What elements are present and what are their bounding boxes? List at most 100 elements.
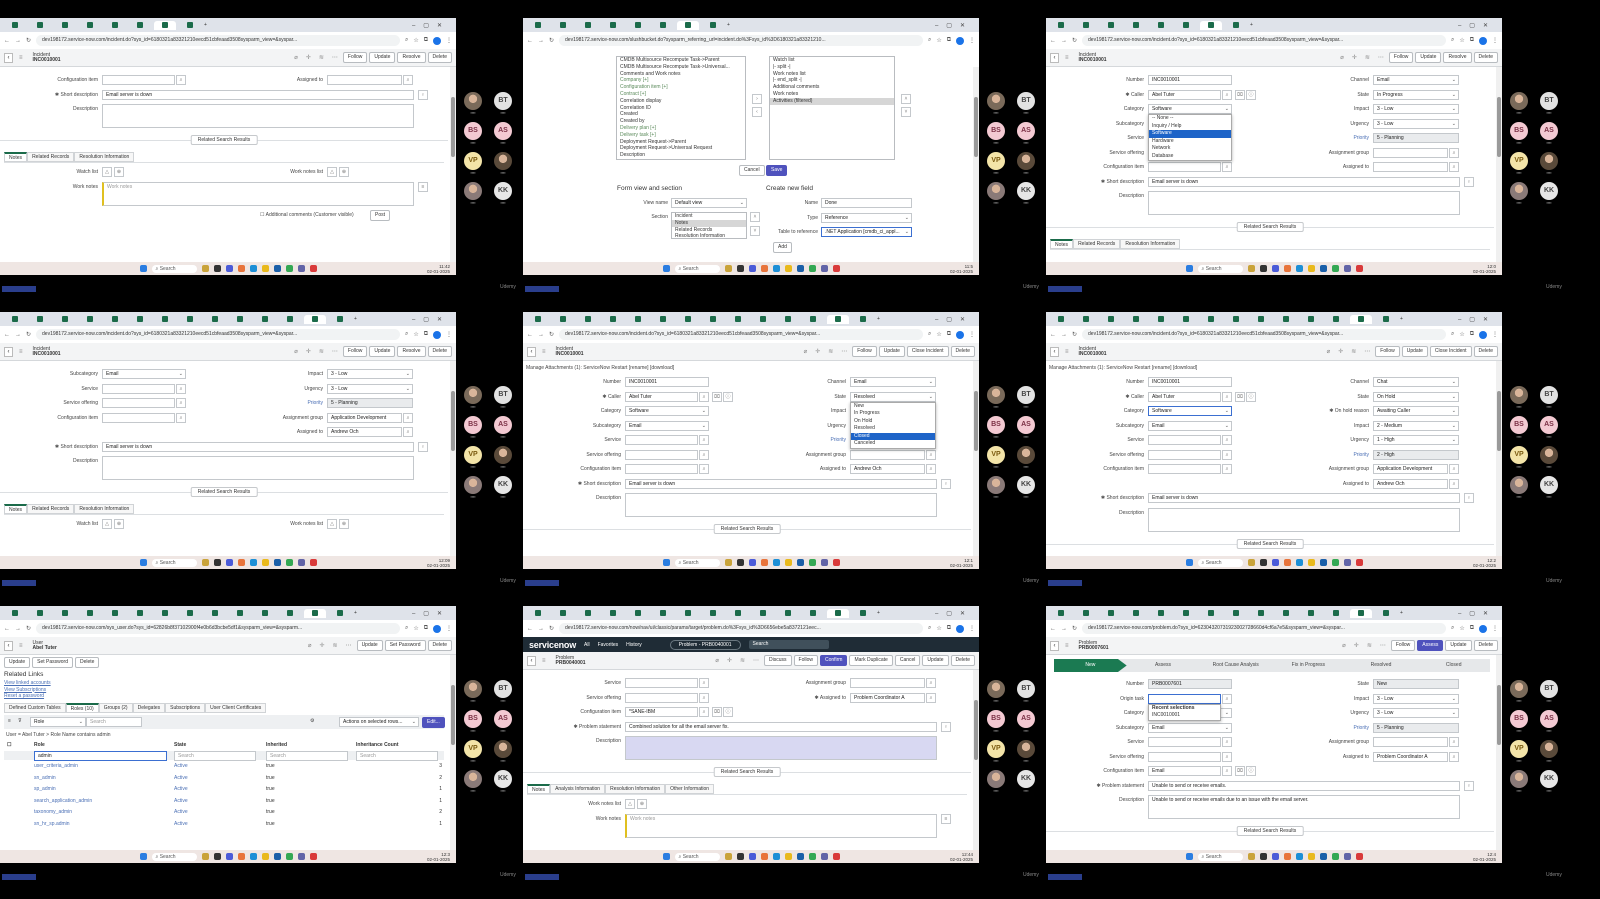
taskbar-app-icon[interactable]	[1247, 265, 1255, 272]
page-scrollbar[interactable]	[973, 67, 979, 262]
browser-tab[interactable]	[79, 315, 101, 324]
browser-tab[interactable]	[1250, 315, 1272, 324]
browser-tab[interactable]	[727, 609, 749, 618]
browser-tab[interactable]	[552, 315, 574, 324]
taskbar-app-icon[interactable]	[201, 265, 209, 272]
description-input[interactable]	[625, 493, 937, 517]
available-field[interactable]: CMDB Multisource Recompute Task->Univers…	[617, 64, 745, 71]
service-input[interactable]	[102, 383, 175, 394]
taskbar-app-icon[interactable]	[1283, 265, 1291, 272]
dropdown-option[interactable]: -- None --	[1149, 115, 1231, 123]
suggestion-icon[interactable]: ♀	[418, 89, 428, 100]
suggestion-icon[interactable]: ♀	[1464, 176, 1474, 187]
search-icon[interactable]: ⌕	[1222, 766, 1232, 776]
role-link[interactable]: search_application_admin	[34, 797, 92, 806]
service-offering-input[interactable]	[625, 449, 698, 460]
taskbar-app-icon[interactable]	[1319, 265, 1327, 272]
browser-tab[interactable]	[777, 609, 799, 618]
taskbar-app-icon[interactable]	[1307, 853, 1315, 860]
nav-history[interactable]: History	[626, 642, 642, 648]
zoom-icon[interactable]: ⌕	[928, 331, 931, 338]
taskbar-app-icon[interactable]	[1259, 265, 1267, 272]
page-scrollbar[interactable]	[1496, 655, 1502, 850]
taskbar-search[interactable]: ⌕ Search	[674, 558, 720, 567]
description-input[interactable]	[102, 456, 414, 480]
table-reference-select[interactable]: .NET Application [cmdb_ci_appl... ⌄	[821, 227, 912, 237]
taskbar-search[interactable]: ⌕ Search	[1197, 558, 1243, 567]
browser-tab[interactable]	[1225, 609, 1247, 618]
settings-icon[interactable]: ≋	[1367, 642, 1372, 649]
taskbar-app-icon[interactable]	[285, 853, 293, 860]
zoom-icon[interactable]: ⌕	[928, 37, 931, 44]
delete-button[interactable]: Delete	[1473, 346, 1498, 357]
activity-icon[interactable]: ✛	[815, 348, 820, 355]
scrollbar-thumb[interactable]	[451, 97, 455, 157]
actions-select[interactable]: Actions on selected rows... ⌄	[339, 717, 419, 727]
search-icon[interactable]: ⌕	[1449, 162, 1459, 172]
taskbar-app-icon[interactable]	[772, 853, 780, 860]
more-icon[interactable]: ⋯	[1364, 348, 1370, 355]
form-tab[interactable]: Notes	[4, 504, 28, 514]
windows-start-icon[interactable]	[139, 265, 147, 272]
zoom-icon[interactable]: ⌕	[928, 625, 931, 632]
search-icon[interactable]: ⌕	[699, 391, 709, 402]
section-list[interactable]: Incident Notes Related Records Resolution I…	[671, 212, 747, 239]
taskbar-app-icon[interactable]	[261, 265, 269, 272]
more-icon[interactable]: ⋯	[1380, 642, 1386, 649]
browser-tab[interactable]	[1150, 609, 1172, 618]
impact-input[interactable]: 3 - Low ⌄	[327, 369, 413, 379]
browser-tab[interactable]	[104, 609, 126, 618]
browser-tab[interactable]	[129, 609, 151, 618]
browser-tab[interactable]	[304, 314, 326, 324]
taskbar-app-icon[interactable]	[808, 853, 816, 860]
cancel-button[interactable]: Cancel	[739, 165, 765, 176]
view-name-select[interactable]: Default view ⌄	[671, 198, 747, 208]
dropdown-option[interactable]: Hardware	[1149, 138, 1231, 146]
dropdown-option[interactable]: On Hold	[851, 418, 935, 426]
taskbar-app-icon[interactable]	[213, 559, 221, 566]
back-icon[interactable]: ←	[527, 38, 533, 44]
taskbar-search[interactable]: ⌕ Search	[151, 852, 197, 861]
dropdown-list[interactable]: -- None -- Inquiry / Help Software Hardware…	[1148, 114, 1232, 161]
new-tab-icon[interactable]: +	[877, 316, 880, 322]
assigned-to-input[interactable]: Problem Coordinator A	[850, 692, 925, 703]
menu-icon[interactable]: ⋮	[446, 37, 452, 44]
settings-icon[interactable]: ≋	[319, 348, 324, 355]
hamburger-icon[interactable]: ≡	[542, 349, 546, 355]
template-icon[interactable]: ≡	[941, 813, 951, 824]
taskbar-app-icon[interactable]	[1259, 559, 1267, 566]
url-input[interactable]: dev198172.service-now.com/slushbucket.do…	[559, 35, 923, 46]
related-link[interactable]: View linked accounts	[4, 680, 51, 686]
more-icon[interactable]: ⋯	[346, 642, 352, 649]
taskbar-app-icon[interactable]	[225, 265, 233, 272]
taskbar-app-icon[interactable]	[1295, 559, 1303, 566]
available-field[interactable]: Comments and Work notes	[617, 71, 745, 78]
assigned-to-input[interactable]: Andrew Och	[1373, 478, 1448, 489]
taskbar-app-icon[interactable]	[309, 559, 317, 566]
menu-icon[interactable]: ⋮	[969, 625, 975, 632]
related-list-tab[interactable]: User Client Certificates	[205, 703, 267, 713]
follow-button[interactable]: Follow	[342, 346, 368, 357]
context-pill[interactable]: Problem - PRB0040001	[669, 639, 741, 650]
browser-tab[interactable]	[179, 21, 201, 30]
state-step[interactable]: Root Cause Analysis	[1199, 659, 1272, 672]
column-search-input[interactable]: admin	[34, 751, 167, 761]
urgency-input[interactable]: 3 - Low ⌄	[1373, 118, 1459, 129]
selected-field[interactable]: Work notes list	[770, 71, 894, 78]
window-controls[interactable]: –▢✕	[412, 610, 450, 617]
browser-tab[interactable]	[527, 609, 549, 618]
taskbar-app-icon[interactable]	[736, 853, 744, 860]
new-tab-icon[interactable]: +	[877, 610, 880, 616]
taskbar-app-icon[interactable]	[724, 853, 732, 860]
browser-tab[interactable]	[179, 315, 201, 324]
browser-tab[interactable]	[602, 609, 624, 618]
browser-tab[interactable]	[777, 315, 799, 324]
impact-input[interactable]: 2 - Medium ⌄	[1373, 420, 1459, 431]
browser-tab[interactable]	[4, 21, 26, 30]
state-input[interactable]: On Hold ⌄	[1373, 391, 1459, 402]
page-scrollbar[interactable]	[1496, 361, 1502, 556]
lock-icon[interactable]: △	[625, 799, 635, 809]
search-icon[interactable]: ⌕	[699, 692, 709, 703]
service-input[interactable]	[1148, 737, 1221, 747]
browser-tab[interactable]	[204, 609, 226, 618]
